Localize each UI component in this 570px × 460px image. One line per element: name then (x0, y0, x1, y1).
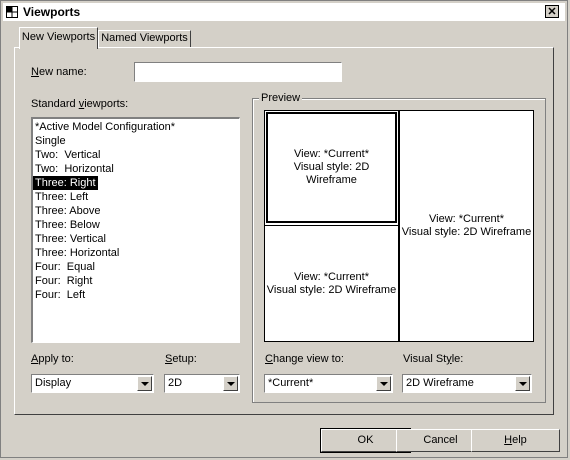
change-view-value: *Current* (268, 377, 314, 389)
list-item[interactable]: Four: Equal (33, 260, 239, 274)
list-item[interactable]: Three: Above (33, 204, 239, 218)
visual-style-label: Visual Style: (403, 353, 464, 365)
standard-viewports-label: Standard viewports: (31, 98, 129, 110)
app-icon (6, 6, 18, 18)
visual-style-value: 2D Wireframe (406, 377, 474, 389)
list-item[interactable]: Three: Horizontal (33, 246, 239, 260)
chevron-down-icon[interactable] (137, 376, 152, 391)
list-item[interactable]: *Active Model Configuration* (33, 120, 239, 134)
viewport-view-label: View: *Current* (294, 270, 369, 283)
list-item[interactable]: Three: Right (33, 176, 239, 190)
chevron-down-icon[interactable] (376, 376, 391, 391)
chevron-down-icon[interactable] (223, 376, 238, 391)
apply-to-select[interactable]: Display (31, 374, 154, 393)
close-button[interactable]: ✕ (545, 5, 559, 18)
setup-value: 2D (168, 377, 183, 389)
help-button[interactable]: Help (471, 429, 560, 452)
list-item[interactable]: Two: Horizontal (33, 162, 239, 176)
tab-new-viewports-label: New Viewports (21, 31, 96, 43)
preview-viewport-bottom-left: View: *Current* Visual style: 2D Wirefra… (265, 225, 398, 341)
apply-to-label: Apply to: (31, 353, 74, 365)
preview-area: View: *Current* Visual style: 2D Wirefra… (264, 110, 534, 342)
list-item-label: Three: Right (33, 176, 98, 190)
tab-named-viewports[interactable]: Named Viewports (98, 30, 191, 47)
change-view-label: Change view to: (265, 353, 344, 365)
standard-viewports-list[interactable]: *Active Model Configuration* Single Two: V… (31, 117, 240, 343)
list-item[interactable]: Three: Vertical (33, 232, 239, 246)
list-item[interactable]: Four: Right (33, 274, 239, 288)
title-bar[interactable]: Viewports ✕ (3, 3, 565, 21)
list-item[interactable]: Three: Below (33, 218, 239, 232)
setup-select[interactable]: 2D (164, 374, 240, 393)
new-name-label: New name: (31, 66, 87, 78)
viewport-style-label: Visual style: 2D Wireframe (401, 226, 532, 238)
close-icon: ✕ (547, 6, 557, 18)
new-name-input[interactable] (134, 62, 342, 82)
viewport-style-label: Visual style: 2D Wireframe (266, 283, 397, 296)
setup-label: Setup: (165, 353, 197, 365)
list-item[interactable]: Four: Left (33, 288, 239, 302)
viewport-style-label: Visual style: 2D Wireframe (293, 161, 370, 186)
apply-to-value: Display (35, 377, 72, 389)
window-title: Viewports (23, 5, 81, 19)
preview-group-title: Preview (259, 92, 303, 104)
list-item[interactable]: Single (33, 134, 239, 148)
tab-new-viewports[interactable]: New Viewports (19, 27, 98, 49)
list-item[interactable]: Three: Left (33, 190, 239, 204)
preview-viewport-right: View: *Current* Visual style: 2D Wirefra… (398, 111, 533, 341)
list-item[interactable]: Two: Vertical (33, 148, 239, 162)
viewports-dialog: Viewports ✕ New Viewports Named Viewport… (0, 0, 568, 458)
tab-named-viewports-label: Named Viewports (101, 32, 188, 44)
visual-style-select[interactable]: 2D Wireframe (402, 374, 532, 393)
preview-viewport-top-left: View: *Current* Visual style: 2D Wirefra… (266, 112, 397, 223)
change-view-select[interactable]: *Current* (264, 374, 393, 393)
viewport-view-label: View: *Current* (294, 148, 369, 160)
viewport-view-label: View: *Current* (429, 213, 504, 225)
chevron-down-icon[interactable] (515, 376, 530, 391)
